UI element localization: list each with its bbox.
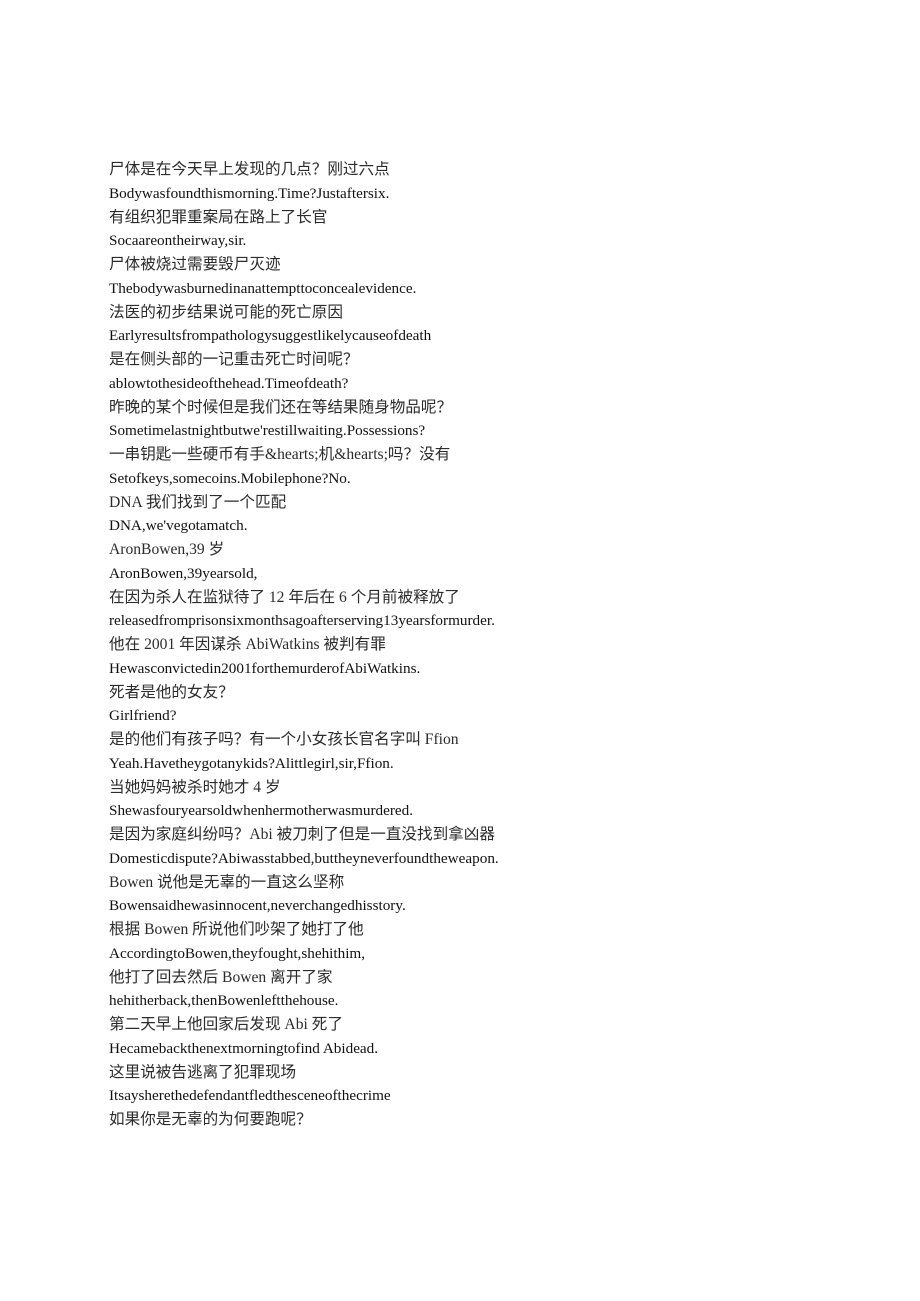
transcript-line: Domesticdispute?Abiwasstabbed,buttheynev… [109,849,499,867]
transcript-line: 尸体被烧过需要毁尸灭迹 [109,256,281,273]
transcript-line: Sometimelastnightbutwe'restillwaiting.Po… [109,422,426,440]
transcript-line: 如果你是无辜的为何要跑呢？ [109,1111,312,1128]
transcript-line: ablowtothesideofthehead.Timeofdeath? [109,374,349,392]
transcript-line: Girlfriend? [109,707,177,725]
document-page: 尸体是在今天早上发现的几点？刚过六点 Bodywasfoundthismornin… [0,0,920,1301]
transcript-line: AronBowen,39yearsold, [109,564,258,582]
transcript-line: Hecamebackthenextmorningtofind Abidead. [109,1039,379,1057]
transcript-line: hehitherback,thenBowenleftthehouse. [109,992,339,1010]
transcript-line: AccordingtoBowen,theyfought,shehithim, [109,944,366,962]
transcript-line: 是因为家庭纠纷吗？Abi 被刀刺了但是一直没找到拿凶器 [109,826,495,843]
transcript-line: Yeah.Havetheygotanykids?Alittlegirl,sir,… [109,754,394,772]
transcript-line: 他打了回去然后 Bowen 离开了家 [109,968,333,986]
transcript-line: 他在 2001 年因谋杀 AbiWatkins 被判有罪 [109,636,386,653]
transcript-text-block: 尸体是在今天早上发现的几点？刚过六点 Bodywasfoundthismornin… [109,158,849,1132]
transcript-line: 昨晚的某个时候但是我们还在等结果随身物品呢？ [109,398,453,416]
transcript-line: Earlyresultsfrompathologysuggestlikelyca… [109,327,432,345]
transcript-line: 第二天早上他回家后发现 Abi 死了 [109,1016,343,1033]
transcript-line: Socaareontheirway,sir. [109,232,247,250]
transcript-line: AronBowen,39 岁 [109,541,225,558]
transcript-line: 在因为杀人在监狱待了 12 年后在 6 个月前被释放了 [109,588,460,606]
transcript-line: 法医的初步结果说可能的死亡原因 [109,303,343,321]
transcript-line: 是在侧头部的一记重击死亡时间呢？ [109,351,359,368]
transcript-line: 有组织犯罪重案局在路上了长官 [109,208,328,226]
transcript-line: DNA 我们找到了一个匹配 [109,493,287,511]
transcript-line: Setofkeys,somecoins.Mobilephone?No. [109,469,351,487]
transcript-line: 一串钥匙一些硬币有手&hearts;机&hearts;吗？没有 [109,446,451,463]
transcript-line: Bodywasfoundthismorning.Time?Justaftersi… [109,184,390,202]
transcript-line: 根据 Bowen 所说他们吵架了她打了他 [109,921,364,938]
transcript-line: Itsaysherethedefendantfledthesceneofthec… [109,1087,391,1105]
transcript-line: 尸体是在今天早上发现的几点？刚过六点 [109,161,390,178]
transcript-line: 当她妈妈被杀时她才 4 岁 [109,778,281,796]
transcript-line: 是的他们有孩子吗？有一个小女孩长官名字叫 Ffion [109,731,459,748]
transcript-line: 死者是他的女友？ [109,683,234,701]
transcript-line: DNA,we'vegotamatch. [109,517,248,535]
transcript-line: Hewasconvictedin2001forthemurderofAbiWat… [109,659,421,677]
transcript-line: Shewasfouryearsoldwhenhermotherwasmurder… [109,802,414,820]
transcript-line: releasedfromprisonsixmonthsagoafterservi… [109,612,495,630]
transcript-line: Bowen 说他是无辜的一直这么坚称 [109,873,345,891]
transcript-line: Thebodywasburnedinanattempttoconcealevid… [109,279,417,297]
transcript-line: 这里说被告逃离了犯罪现场 [109,1063,297,1081]
transcript-line: Bowensaidhewasinnocent,neverchangedhisst… [109,897,406,915]
